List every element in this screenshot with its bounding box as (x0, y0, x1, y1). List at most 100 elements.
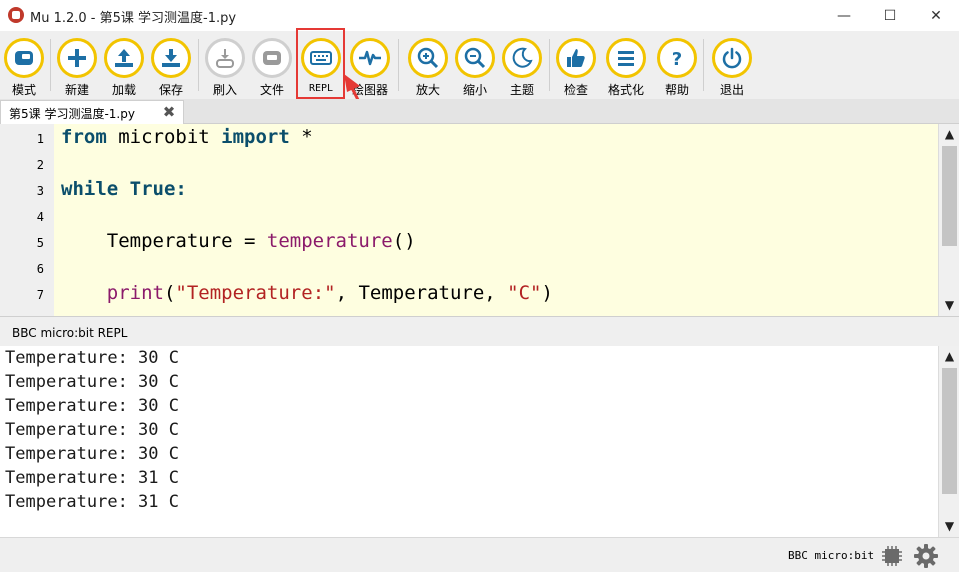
repl-line: Temperature: 30 C (5, 348, 179, 368)
mode-label: 模式 (11, 83, 36, 97)
function-name: print (106, 282, 164, 304)
repl-title: BBC micro:bit REPL (12, 326, 128, 340)
gear-icon[interactable] (913, 543, 939, 569)
zoom-out-icon (455, 38, 495, 78)
editor-scrollbar[interactable]: ▲ ▼ (938, 124, 959, 316)
load-label: 加载 (111, 83, 136, 97)
power-icon (712, 38, 752, 78)
files-button[interactable]: 文件 (248, 35, 296, 99)
tidy-button[interactable]: 格式化 (602, 35, 650, 99)
lines-icon (606, 38, 646, 78)
toolbar-divider (198, 39, 199, 91)
zoom-out-button[interactable]: 缩小 (451, 35, 499, 99)
line-number: 7 (36, 288, 44, 302)
question-icon: ? (657, 38, 697, 78)
scroll-thumb[interactable] (942, 146, 957, 246)
line-number: 1 (36, 132, 44, 146)
status-bar: BBC micro:bit (0, 537, 959, 572)
repl-highlight-box (296, 28, 345, 99)
keyword: from (61, 126, 107, 148)
quit-button[interactable]: 退出 (708, 35, 756, 99)
svg-text:?: ? (672, 49, 682, 70)
keyword: True (129, 178, 176, 200)
repl-line: Temperature: 30 C (5, 372, 179, 392)
upload-icon (104, 38, 144, 78)
repl-line: Temperature: 31 C (5, 492, 179, 512)
code-text: : (175, 178, 187, 200)
code-editor[interactable]: 1 2 3 4 5 6 7 from microbit import * whi… (0, 124, 959, 316)
zoom-out-label: 缩小 (462, 83, 487, 97)
code-text: Temperature = (61, 230, 267, 252)
help-label: 帮助 (664, 83, 689, 97)
code-line-3: while True: (61, 178, 187, 200)
mode-button[interactable]: 模式 (0, 35, 48, 99)
zoom-in-icon (408, 38, 448, 78)
zoom-in-button[interactable]: 放大 (404, 35, 452, 99)
toolbar-divider (703, 39, 704, 91)
repl-line: Temperature: 30 C (5, 444, 179, 464)
code-line-1: from microbit import * (61, 126, 313, 148)
tab-label: 第5课 学习测温度-1.py (9, 107, 135, 121)
minimize-button[interactable]: — (821, 0, 867, 31)
line-number: 3 (36, 184, 44, 198)
files-label: 文件 (259, 83, 284, 97)
repl-output[interactable]: Temperature: 30 C Temperature: 30 C Temp… (0, 346, 959, 537)
function-name: temperature (266, 230, 393, 252)
string-literal: "Temperature:" (175, 282, 336, 304)
theme-button[interactable]: 主题 (498, 35, 546, 99)
tab-current-file[interactable]: 第5课 学习测温度-1.py ✖ (0, 100, 184, 124)
help-button[interactable]: ? 帮助 (653, 35, 701, 99)
toolbar: 模式 新建 加载 保存 刷入 文件 REPL 绘图器 放大 缩小 主题 检查 格… (0, 31, 959, 99)
code-line-5: Temperature = temperature() (61, 230, 416, 252)
string-literal: "C" (507, 282, 542, 304)
title-bar: Mu 1.2.0 - 第5课 学习测温度-1.py — ☐ ✕ (0, 0, 959, 31)
status-mode-label: BBC micro:bit (788, 549, 875, 562)
download-icon (151, 38, 191, 78)
tidy-label: 格式化 (607, 83, 644, 97)
repl-pane-header: BBC micro:bit REPL (0, 316, 959, 346)
code-line-7: print("Temperature:", Temperature, "C") (61, 282, 553, 304)
repl-line: Temperature: 31 C (5, 468, 179, 488)
load-button[interactable]: 加载 (100, 35, 148, 99)
close-window-button[interactable]: ✕ (913, 0, 959, 31)
scroll-up-icon[interactable]: ▲ (939, 124, 959, 145)
save-button[interactable]: 保存 (147, 35, 195, 99)
toolbar-divider (398, 39, 399, 91)
code-text: ( (163, 282, 176, 304)
keyword: import (221, 126, 290, 148)
scroll-thumb[interactable] (942, 368, 957, 494)
repl-line: Temperature: 30 C (5, 420, 179, 440)
flash-icon (205, 38, 245, 78)
code-text: () (392, 230, 416, 252)
code-text: * (289, 126, 313, 148)
check-button[interactable]: 检查 (552, 35, 600, 99)
window-title: Mu 1.2.0 - 第5课 学习测温度-1.py (30, 11, 237, 26)
mode-icon (4, 38, 44, 78)
plus-icon (57, 38, 97, 78)
code-text: ) (541, 282, 553, 304)
scroll-down-icon[interactable]: ▼ (939, 295, 959, 316)
quit-label: 退出 (719, 83, 744, 97)
flash-label: 刷入 (212, 83, 237, 97)
files-icon (252, 38, 292, 78)
chip-icon[interactable] (881, 545, 903, 567)
mu-logo-icon (8, 7, 24, 23)
keyword: while (61, 178, 119, 200)
moon-icon (502, 38, 542, 78)
line-number: 2 (36, 158, 44, 172)
zoom-in-label: 放大 (415, 83, 440, 97)
line-number: 5 (36, 236, 44, 250)
repl-scrollbar[interactable]: ▲ ▼ (938, 346, 959, 537)
scroll-down-icon[interactable]: ▼ (939, 516, 959, 537)
flash-button[interactable]: 刷入 (201, 35, 249, 99)
save-label: 保存 (158, 83, 183, 97)
check-label: 检查 (563, 83, 588, 97)
code-text: microbit (106, 126, 222, 148)
maximize-button[interactable]: ☐ (867, 0, 913, 31)
scroll-up-icon[interactable]: ▲ (939, 346, 959, 367)
new-button[interactable]: 新建 (53, 35, 101, 99)
tab-close-icon[interactable]: ✖ (161, 104, 177, 120)
code-text: , Temperature, (335, 282, 508, 304)
